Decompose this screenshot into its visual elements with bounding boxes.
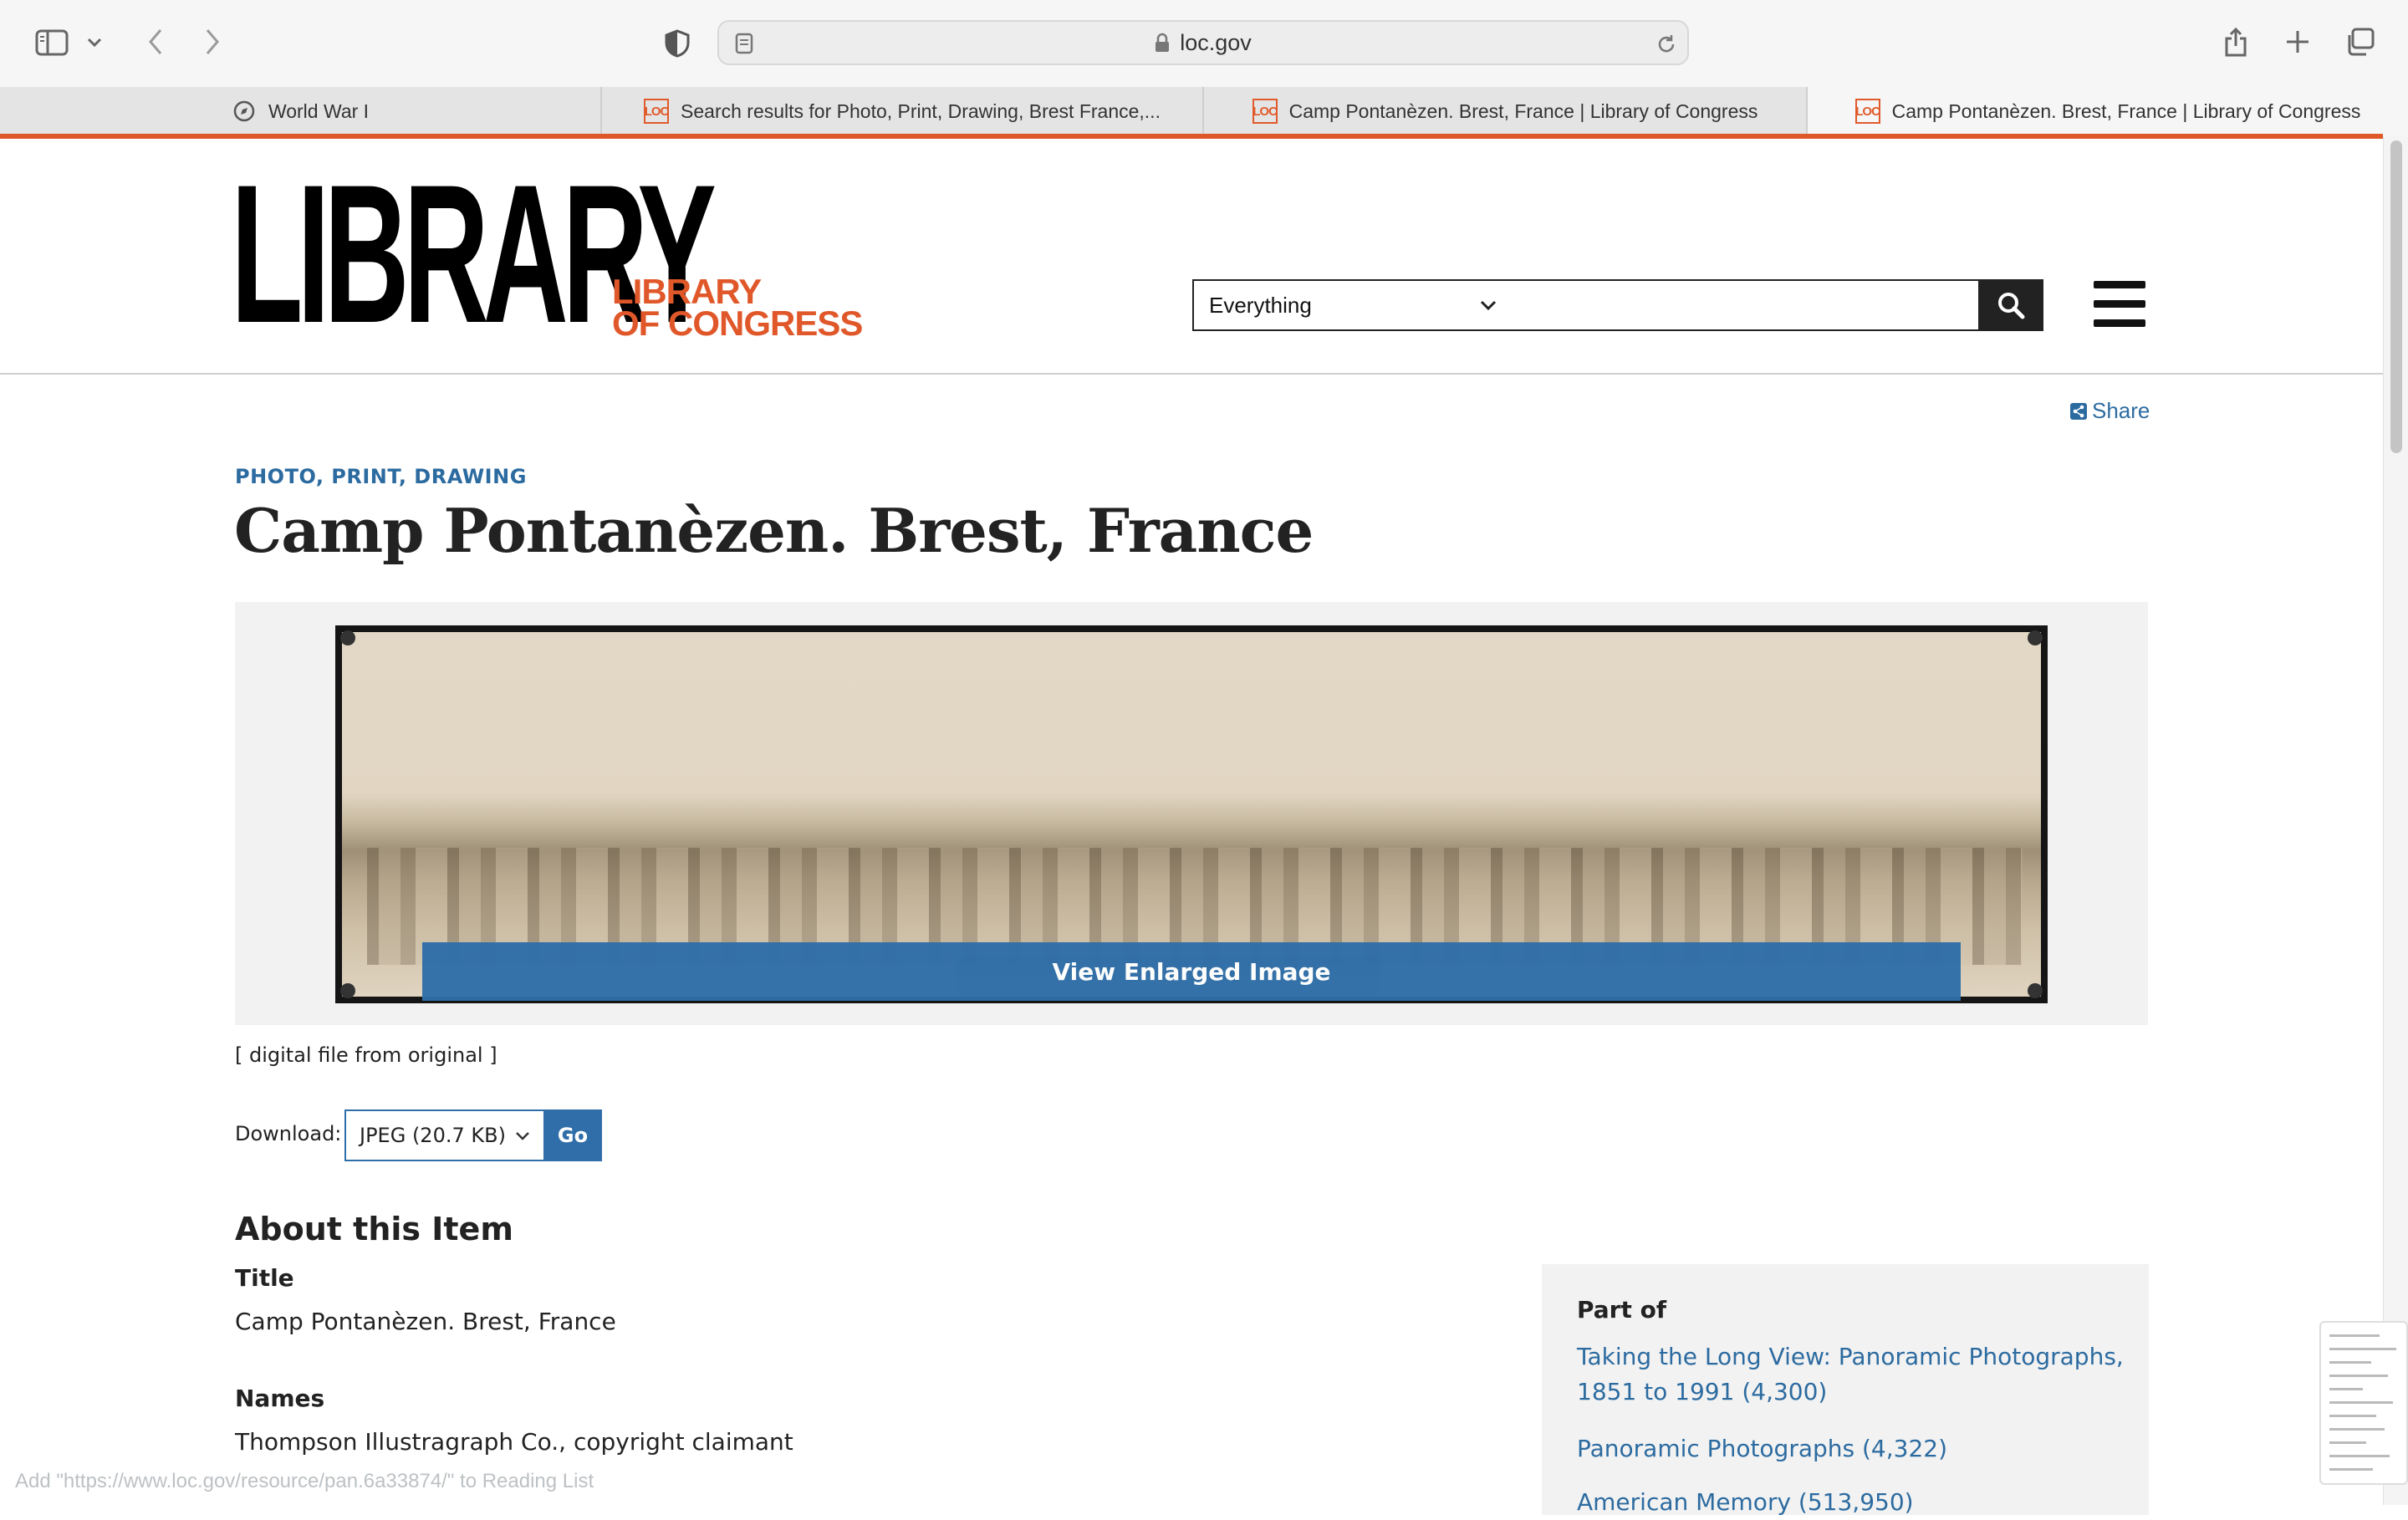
- new-tab-plus-icon[interactable]: [2281, 25, 2314, 59]
- chevron-down-icon: [513, 1126, 532, 1151]
- part-of-link-panoramic[interactable]: Panoramic Photographs (4,322): [1577, 1431, 2129, 1466]
- about-heading: About this Item: [235, 1211, 513, 1247]
- wordmark-line2: OF CONGRESS: [612, 303, 863, 343]
- search-scope-value: Everything: [1209, 292, 1312, 318]
- search-button[interactable]: [1978, 279, 2043, 331]
- tab-label: Camp Pontanèzen. Brest, France | Library…: [1891, 99, 2361, 122]
- download-label: Download:: [235, 1122, 342, 1145]
- loc-favicon-icon: LOC: [1854, 99, 1880, 124]
- search-input[interactable]: [1512, 279, 1980, 331]
- hamburger-menu-icon[interactable]: [2094, 281, 2145, 328]
- photo-corner: [2028, 983, 2043, 998]
- privacy-shield-icon[interactable]: [661, 27, 694, 60]
- browser-toolbar: loc.gov: [0, 0, 2408, 87]
- chevron-down-icon[interactable]: [84, 32, 105, 54]
- tab-bar: World War I LOC Search results for Photo…: [0, 87, 2408, 136]
- photo-corner: [340, 630, 355, 645]
- address-bar[interactable]: loc.gov: [717, 20, 1689, 65]
- reload-icon[interactable]: [1654, 32, 1679, 57]
- loc-favicon-icon: LOC: [1252, 99, 1278, 124]
- forward-arrow-icon[interactable]: [196, 25, 229, 59]
- tab-camp-pontanezen-active[interactable]: LOC Camp Pontanèzen. Brest, France | Lib…: [1808, 87, 2408, 135]
- accent-rule: [0, 134, 2383, 139]
- page-thumbnail-preview[interactable]: [2319, 1321, 2408, 1485]
- tab-label: Search results for Photo, Print, Drawing…: [681, 99, 1161, 122]
- status-bar-url: Add "https://www.loc.gov/resource/pan.6a…: [15, 1470, 594, 1492]
- download-format-value: JPEG (20.7 KB): [360, 1124, 506, 1147]
- part-of-panel: Part of Taking the Long View: Panoramic …: [1542, 1264, 2149, 1516]
- compass-icon: [232, 99, 257, 124]
- search-icon: [1997, 291, 2025, 319]
- image-caption: [ digital file from original ]: [235, 1043, 497, 1067]
- tab-overview-icon[interactable]: [2343, 25, 2376, 59]
- field-value-title: Camp Pontanèzen. Brest, France: [235, 1308, 616, 1335]
- format-link[interactable]: PHOTO, PRINT, DRAWING: [235, 465, 527, 488]
- sidebar-toggle-icon[interactable]: [33, 27, 70, 59]
- back-arrow-icon[interactable]: [139, 25, 172, 59]
- chevron-down-icon: [1478, 294, 1498, 322]
- address-text: loc.gov: [1180, 29, 1252, 55]
- tab-camp-pontanezen-1[interactable]: LOC Camp Pontanèzen. Brest, France | Lib…: [1204, 87, 1808, 135]
- part-of-link-long-view[interactable]: Taking the Long View: Panoramic Photogra…: [1577, 1339, 2129, 1410]
- share-link[interactable]: Share: [2070, 398, 2150, 424]
- loc-wordmark[interactable]: LIBRARY OF CONGRESS: [612, 274, 863, 343]
- download-go-button[interactable]: Go: [543, 1109, 602, 1161]
- share-label: Share: [2092, 398, 2150, 423]
- share-icon[interactable]: [2219, 23, 2252, 60]
- header-divider: [0, 373, 2383, 375]
- part-of-link-american-memory[interactable]: American Memory (513,950): [1577, 1485, 2129, 1520]
- photo-corner: [2028, 630, 2043, 645]
- tab-search-results[interactable]: LOC Search results for Photo, Print, Dra…: [602, 87, 1204, 135]
- download-format-select[interactable]: JPEG (20.7 KB): [344, 1109, 545, 1161]
- field-label-title: Title: [235, 1264, 294, 1292]
- tab-label: World War I: [268, 99, 370, 122]
- lock-icon: [1155, 33, 1170, 53]
- field-value-names[interactable]: Thompson Illustragraph Co., copyright cl…: [235, 1428, 793, 1456]
- tab-label: Camp Pontanèzen. Brest, France | Library…: [1288, 99, 1758, 122]
- photo-corner: [340, 983, 355, 998]
- page-title: Camp Pontanèzen. Brest, France: [234, 495, 1314, 566]
- view-enlarged-image-button[interactable]: View Enlarged Image: [422, 942, 1961, 1001]
- search-scope-select[interactable]: Everything: [1192, 279, 1513, 331]
- share-square-icon: [2070, 402, 2087, 420]
- page-scrollbar[interactable]: [2383, 135, 2408, 1505]
- scrollbar-thumb[interactable]: [2390, 140, 2402, 453]
- part-of-heading: Part of: [1577, 1296, 1667, 1324]
- field-label-names: Names: [235, 1385, 325, 1412]
- loc-favicon-icon: LOC: [644, 99, 669, 124]
- tab-world-war-i[interactable]: World War I: [0, 87, 602, 135]
